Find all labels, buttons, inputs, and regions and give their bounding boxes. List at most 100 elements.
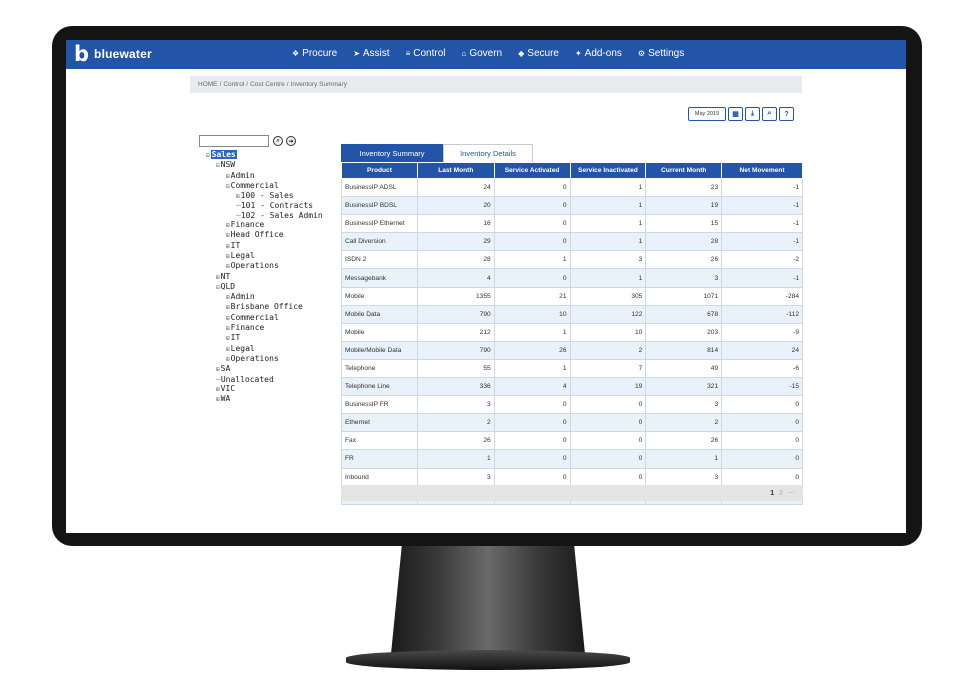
tab-inventory-summary[interactable]: Inventory Summary [341,144,443,162]
tree-toggle-icon[interactable]: ⊞ [226,315,230,322]
tree-toggle-icon[interactable]: ⊞ [226,232,230,239]
tree-search-icon[interactable]: ⌕ [273,136,283,146]
tree-toggle-icon[interactable]: ⊞ [226,263,230,270]
breadcrumb-item[interactable]: HOME [198,81,218,88]
table-row[interactable]: Mobile Data 790 10 122 678 -112 [341,304,803,324]
tree-toggle-icon[interactable]: ⊞ [236,193,240,200]
breadcrumb-item[interactable]: Cost Centre [250,81,285,88]
table-row[interactable]: FR 1 0 0 1 0 [341,449,803,469]
tree-node[interactable]: ⊞NT [206,272,323,282]
column-header[interactable]: Net Movement [721,162,803,179]
download-icon[interactable]: ⤓ [745,107,760,121]
tree-node[interactable]: ⊞Head Office [206,230,323,240]
calendar-icon[interactable]: ▦ [728,107,743,121]
page-link[interactable]: 2 [779,490,783,497]
tree-node[interactable]: ⊞Finance [206,220,323,230]
logo-text: bluewater [94,47,152,61]
tree-go-icon[interactable]: ➔ [286,136,296,146]
tree-node[interactable]: ─102 - Sales Admin [206,211,323,220]
table-row[interactable]: Ethernet 2 0 0 2 0 [341,413,803,433]
month-selector[interactable]: May 2019 [688,107,726,121]
table-row[interactable]: Telephone 55 1 7 49 -6 [341,358,803,379]
nav-secure[interactable]: ◆ Secure [518,48,559,59]
nav-settings[interactable]: ⚙ Settings [638,48,684,59]
tree-node[interactable]: ⊞Admin [206,292,323,302]
table-row[interactable]: ISDN 2 28 1 3 26 -2 [341,250,803,270]
nav-govern[interactable]: ⌂ Govern [461,48,502,59]
column-header[interactable]: Service Activated [493,162,571,179]
page-link[interactable]: 1 [770,490,774,497]
search-icon[interactable]: ⌕ [762,107,777,121]
more-pages-icon[interactable]: ⋯ [788,490,795,497]
table-row[interactable]: Inbound 3 0 0 3 0 [341,467,803,487]
tree-node[interactable]: ⊞100 - Sales [206,191,323,201]
table-cell: 1 [493,358,571,379]
tree-toggle-icon[interactable]: ⊞ [226,335,230,342]
table-cell: Telephone [341,358,418,379]
tree-node[interactable]: ⊞Legal [206,251,323,261]
breadcrumb-item[interactable]: Control [223,81,244,88]
tree-node[interactable]: ⊟Commercial [206,181,323,191]
tree-toggle-icon[interactable]: ⊞ [226,173,230,180]
tree-node[interactable]: ⊟QLD [206,282,323,292]
tree-node[interactable]: ⊟ Sales [206,150,323,160]
tree-toggle-icon[interactable]: ⊟ [206,152,210,159]
nav-addons[interactable]: ✦ Add-ons [575,48,622,59]
tree-node[interactable]: ⊞SA [206,364,323,374]
tree-node[interactable]: ⊞IT [206,333,323,343]
table-row[interactable]: Call Diversion 29 0 1 28 -1 [341,232,803,252]
tree-toggle-icon[interactable]: ⊞ [216,274,220,281]
tree-toggle-icon[interactable]: ⊟ [216,284,220,291]
tree-node[interactable]: ─101 - Contracts [206,201,323,210]
tree-node[interactable]: ⊞Legal [206,344,323,354]
tree-toggle-icon[interactable]: ⊞ [226,346,230,353]
tree-node[interactable]: ─Unallocated [206,375,323,384]
brand-logo[interactable]: b bluewater [74,44,152,65]
column-header[interactable]: Last Month [416,162,495,179]
tree-toggle-icon[interactable]: ⊞ [216,396,220,403]
table-row[interactable]: BusinessIP BDSL 20 0 1 19 -1 [341,196,803,216]
column-header[interactable]: Service Inactivated [569,162,647,179]
tree-node[interactable]: ⊞WA [206,394,323,404]
help-icon[interactable]: ? [779,107,794,121]
tree-node[interactable]: ⊟NSW [206,160,323,170]
tree-node[interactable]: ⊞IT [206,241,323,251]
column-header[interactable]: Current Month [645,162,723,179]
tree-node[interactable]: ⊞Operations [206,354,323,364]
table-row[interactable]: Fax 26 0 0 26 0 [341,431,803,451]
tree-toggle-icon[interactable]: ⊞ [226,325,230,332]
column-header[interactable]: Product [341,162,418,179]
tree-node[interactable]: ⊞Finance [206,323,323,333]
tree-toggle-icon[interactable]: ⊞ [226,304,230,311]
tree-node[interactable]: ⊞Brisbane Office [206,302,323,312]
table-cell: Call Diversion [341,232,418,252]
table-cell: 26 [416,431,495,451]
table-row[interactable]: Mobile 1355 21 305 1071 -284 [341,286,803,306]
table-row[interactable]: BusinessIP ADSL 24 0 1 23 -1 [341,177,803,198]
tree-search-input[interactable] [199,135,269,147]
tree-toggle-icon[interactable]: ⊞ [226,222,230,229]
tab-inventory-details[interactable]: Inventory Details [443,144,533,162]
table-row[interactable]: BusinessIP Ethernet 16 0 1 15 -1 [341,214,803,234]
tree-node[interactable]: ⊞Admin [206,171,323,181]
tree-toggle-icon[interactable]: ⊞ [226,294,230,301]
table-row[interactable]: Mobile 212 1 10 203 -9 [341,322,803,342]
tree-toggle-icon[interactable]: ⊞ [226,243,230,250]
tree-toggle-icon[interactable]: ⊟ [216,162,220,169]
table-row[interactable]: Telephone Line 336 4 19 321 -15 [341,377,803,397]
tree-toggle-icon[interactable]: ⊟ [226,183,230,190]
table-row[interactable]: Messagebank 4 0 1 3 -1 [341,268,803,288]
tree-toggle-icon[interactable]: ⊞ [216,366,220,373]
nav-control[interactable]: ≡ Control [406,48,446,59]
puzzle-icon: ✦ [574,49,582,58]
tree-toggle-icon[interactable]: ⊞ [226,253,230,260]
tree-node[interactable]: ⊞Operations [206,261,323,271]
tree-node[interactable]: ⊞Commercial [206,313,323,323]
nav-assist[interactable]: ➤ Assist [353,48,389,59]
nav-procure[interactable]: ❖ Procure [292,48,337,59]
tree-node[interactable]: ⊞VIC [206,384,323,394]
table-row[interactable]: Mobile/Mobile Data 790 26 2 814 24 [341,340,803,360]
tree-toggle-icon[interactable]: ⊞ [216,386,220,393]
table-row[interactable]: BusinessIP FR 3 0 0 3 0 [341,395,803,415]
tree-toggle-icon[interactable]: ⊞ [226,356,230,363]
